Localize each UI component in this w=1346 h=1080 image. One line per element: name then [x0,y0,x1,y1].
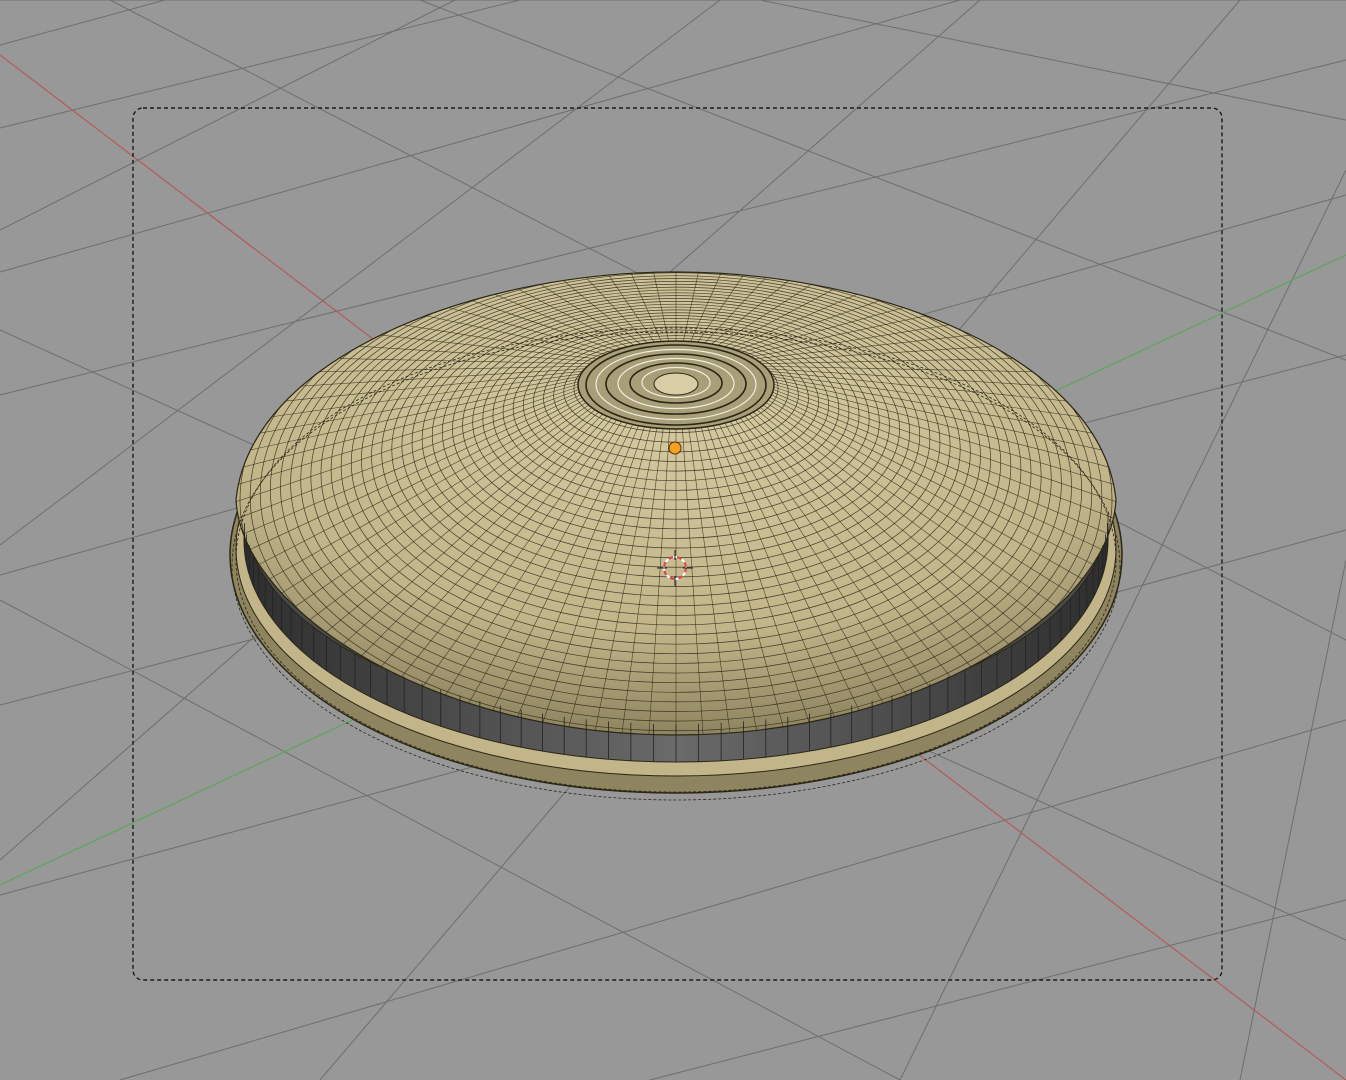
object-origin-dot[interactable] [668,441,682,455]
3d-viewport[interactable] [0,0,1346,1080]
